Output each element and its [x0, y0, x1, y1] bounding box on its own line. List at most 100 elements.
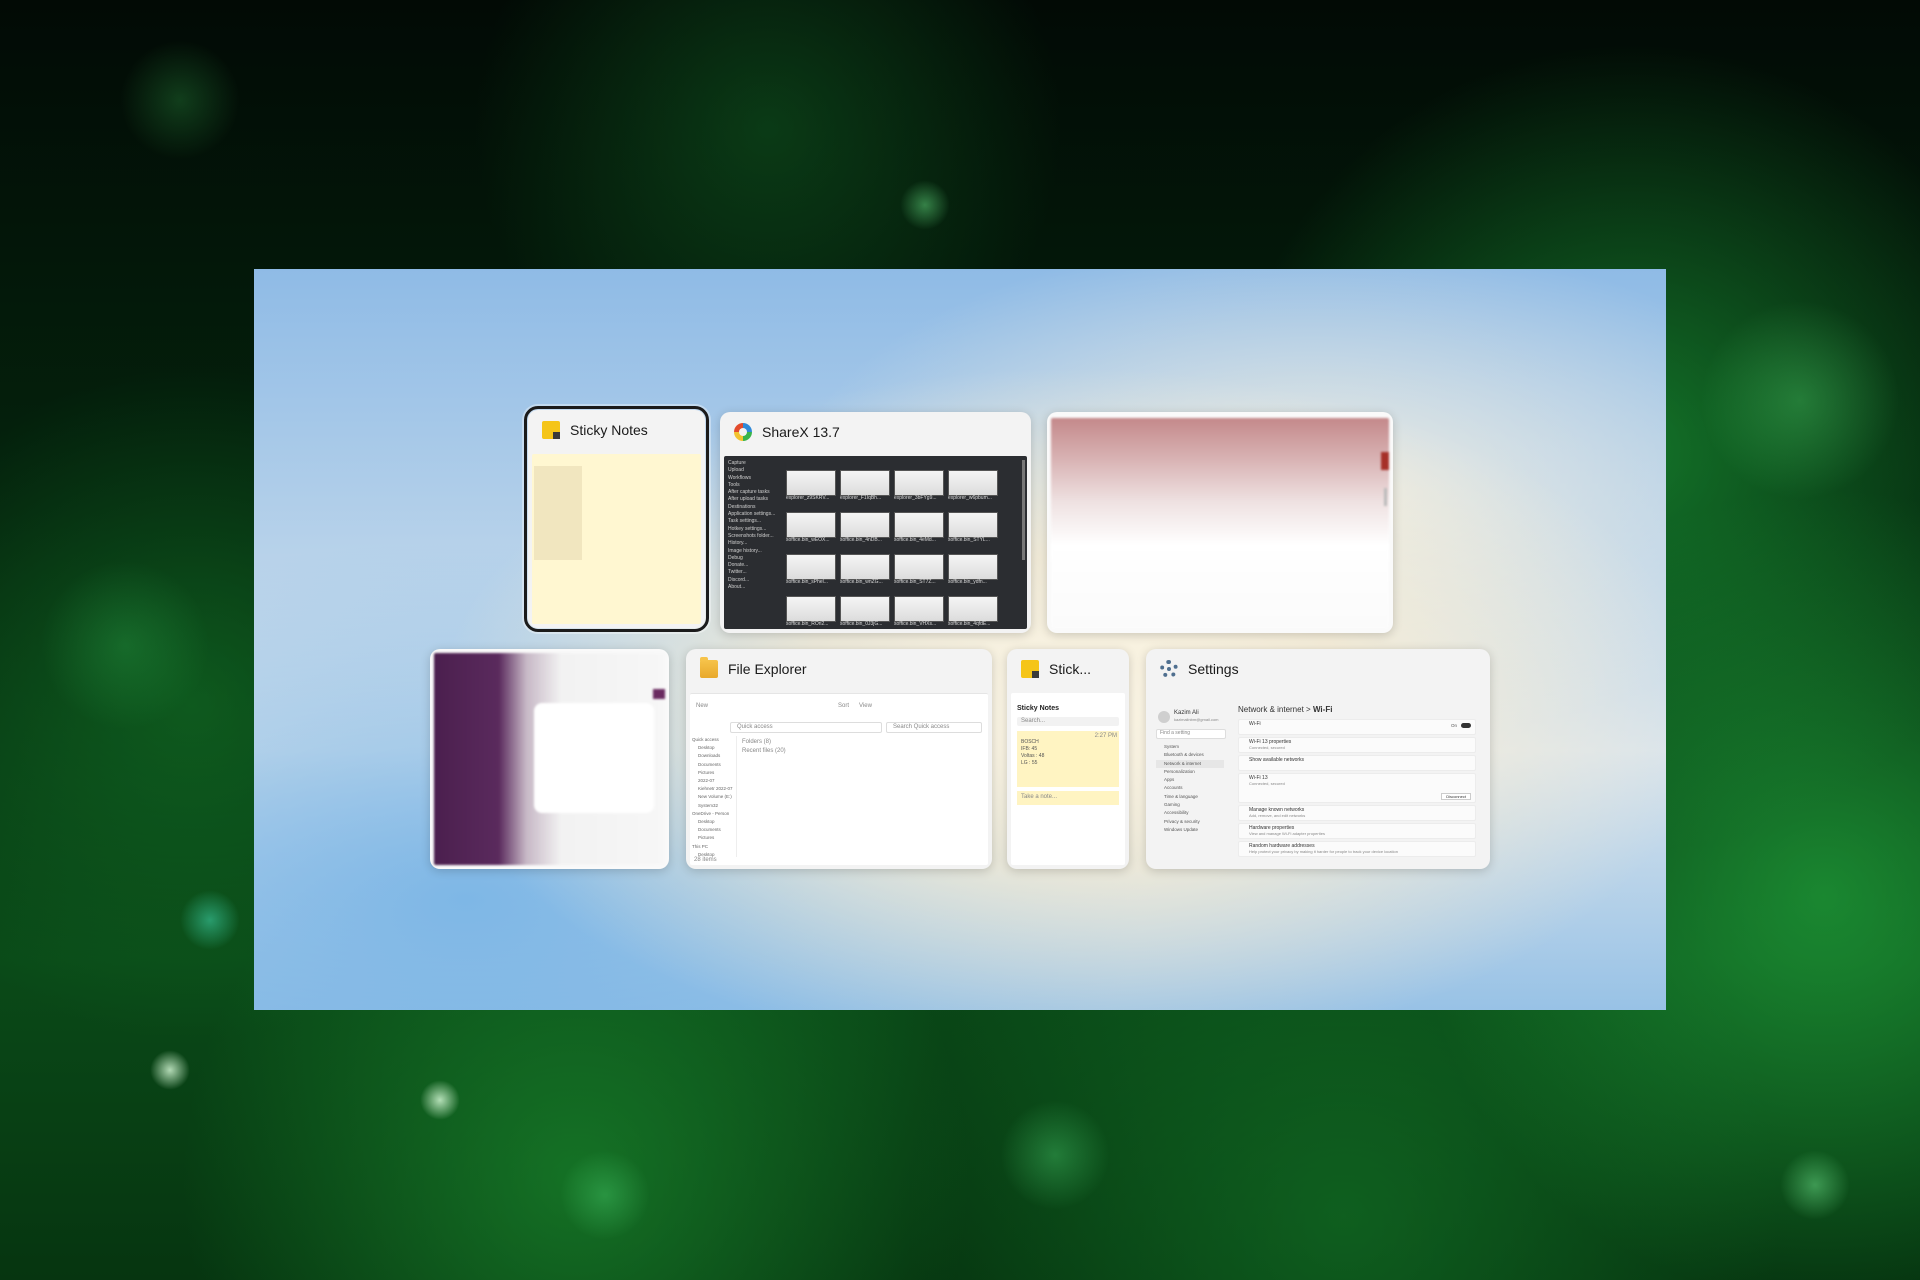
settings-nav-item[interactable]: Apps: [1156, 776, 1224, 784]
settings-nav-item[interactable]: Bluetooth & devices: [1156, 751, 1224, 759]
window-card-file-explorer[interactable]: File Explorer New Sort View Quick access…: [686, 649, 992, 869]
scrollbar[interactable]: [1022, 460, 1025, 560]
sidebar-item[interactable]: Donate...: [728, 562, 784, 569]
sidebar-item[interactable]: History...: [728, 540, 784, 547]
settings-row[interactable]: Wi-Fi 13 properties Connected, secured: [1238, 737, 1476, 753]
search-input[interactable]: Search...: [1017, 717, 1119, 726]
toolbar-button[interactable]: Sort: [838, 702, 849, 714]
settings-row[interactable]: Random hardware addresses Help protect yo…: [1238, 841, 1476, 857]
sidebar-item[interactable]: Debug: [728, 555, 784, 562]
settings-nav-item[interactable]: Time & language: [1156, 793, 1224, 801]
section-header[interactable]: Folders (8): [742, 738, 984, 747]
window-card-untitled[interactable]: [430, 649, 669, 869]
settings-nav-item[interactable]: Accounts: [1156, 784, 1224, 792]
sidebar-item[interactable]: Task settings...: [728, 518, 784, 525]
nav-item[interactable]: Quick access: [692, 736, 736, 744]
history-item[interactable]: soffice.bin_ST7Z...: [894, 546, 944, 586]
nav-item[interactable]: System32: [692, 802, 736, 810]
sidebar-item[interactable]: Destinations: [728, 504, 784, 511]
wifi-toggle[interactable]: [1461, 723, 1471, 728]
history-item[interactable]: soffice.bin_4nDB...: [840, 504, 890, 544]
sidebar-item[interactable]: Upload: [728, 467, 784, 474]
settings-nav-item[interactable]: System: [1156, 743, 1224, 751]
note-card[interactable]: Take a note...: [1017, 791, 1119, 805]
sharex-sidebar: Capture Upload Workflows Tools After capture…: [728, 460, 784, 629]
history-item[interactable]: soffice.bin_sPhel...: [786, 546, 836, 586]
nav-item[interactable]: Pictures: [692, 769, 736, 777]
sidebar-item[interactable]: Twitter...: [728, 569, 784, 576]
settings-row[interactable]: Manage known networks Add, remove, and ed…: [1238, 805, 1476, 821]
settings-row[interactable]: Hardware properties View and manage Wi-Fi…: [1238, 823, 1476, 839]
history-thumbnail: [840, 470, 890, 496]
window-card-sticky-notes-list[interactable]: Stick... Sticky Notes Search... 2:27 PM …: [1007, 649, 1129, 869]
window-card-sharex[interactable]: ShareX 13.7 Capture Upload Workflows Tools A…: [720, 412, 1031, 633]
history-item[interactable]: explorer_3bFYg9...: [894, 462, 944, 502]
history-item[interactable]: soffice.bin_4qfdE...: [948, 588, 998, 628]
window-card-sticky-notes[interactable]: Sticky Notes: [524, 406, 709, 632]
history-thumbnail: [894, 512, 944, 538]
sidebar-item[interactable]: Image history...: [728, 548, 784, 555]
history-item[interactable]: explorer_F1IqBh...: [840, 462, 890, 502]
settings-row[interactable]: Show available networks: [1238, 755, 1476, 771]
window-card-settings[interactable]: Settings Kazim Ali kazimalinbm@gmail.com…: [1146, 649, 1490, 869]
nav-item[interactable]: This PC: [692, 843, 736, 851]
history-item[interactable]: soffice.bin_wnZG...: [840, 546, 890, 586]
sidebar-item[interactable]: Capture: [728, 460, 784, 467]
settings-nav-item[interactable]: Privacy & security: [1156, 818, 1224, 826]
sidebar-item[interactable]: After upload tasks: [728, 496, 784, 503]
nav-item[interactable]: OneDrive - Person: [692, 810, 736, 818]
sidebar-item[interactable]: Tools: [728, 482, 784, 489]
history-thumbnail: [894, 470, 944, 496]
toolbar-button[interactable]: View: [859, 702, 872, 714]
find-setting-input[interactable]: Find a setting: [1156, 729, 1226, 739]
nav-item[interactable]: 2022-07: [692, 777, 736, 785]
sidebar-item[interactable]: Workflows: [728, 475, 784, 482]
settings-row-label: Wi-Fi: [1249, 721, 1261, 727]
note-card[interactable]: 2:27 PM BOSCH IFB: 45 Voltas : 48 LG : 55: [1017, 731, 1119, 787]
history-item[interactable]: explorer_z9SKRV...: [786, 462, 836, 502]
section-header[interactable]: Recent files (20): [742, 747, 984, 756]
nav-item[interactable]: Kiehnetr 2022-07: [692, 785, 736, 793]
sidebar-item[interactable]: After capture tasks: [728, 489, 784, 496]
settings-nav-item[interactable]: Accessibility: [1156, 809, 1224, 817]
breadcrumb: Quick access: [737, 724, 773, 730]
nav-item[interactable]: Desktop: [692, 744, 736, 752]
search-input[interactable]: Search Quick access: [886, 722, 982, 733]
background-bokeh: [1000, 1100, 1110, 1210]
sidebar-item[interactable]: About...: [728, 584, 784, 591]
window-titlebar: Stick...: [1007, 649, 1129, 689]
history-item[interactable]: soffice.bin_0J3jG...: [840, 588, 890, 628]
nav-item[interactable]: Pictures: [692, 834, 736, 842]
history-item[interactable]: soffice.bin_VHXs...: [894, 588, 944, 628]
sidebar-item[interactable]: Discord...: [728, 577, 784, 584]
toolbar-button[interactable]: New: [696, 702, 708, 714]
sidebar-item[interactable]: Hotkey settings...: [728, 526, 784, 533]
settings-row[interactable]: Wi-Fi On: [1238, 719, 1476, 735]
window-title: File Explorer: [728, 661, 807, 677]
note-time: 2:27 PM: [1094, 733, 1117, 739]
history-item[interactable]: soffice.bin_ydfn...: [948, 546, 998, 586]
nav-item[interactable]: Desktop: [692, 818, 736, 826]
history-item[interactable]: soffice.bin_wEOX...: [786, 504, 836, 544]
breadcrumb-parent[interactable]: Network & internet: [1238, 705, 1304, 714]
history-item[interactable]: explorer_w6pbum...: [948, 462, 998, 502]
sidebar-item[interactable]: Application settings...: [728, 511, 784, 518]
note-line: BOSCH: [1021, 739, 1039, 745]
window-card-untitled[interactable]: [1047, 412, 1393, 633]
history-item[interactable]: soffice.bin_ROri2...: [786, 588, 836, 628]
settings-nav-item[interactable]: Gaming: [1156, 801, 1224, 809]
history-label: soffice.bin_sPhel...: [786, 579, 828, 585]
sidebar-item[interactable]: Screenshots folder...: [728, 533, 784, 540]
nav-item[interactable]: Downloads: [692, 752, 736, 760]
disconnect-button[interactable]: Disconnect: [1441, 793, 1471, 800]
nav-item[interactable]: Documents: [692, 826, 736, 834]
nav-item[interactable]: Documents: [692, 761, 736, 769]
address-bar[interactable]: Quick access: [730, 722, 882, 733]
settings-nav-item[interactable]: Personalization: [1156, 768, 1224, 776]
settings-nav-item[interactable]: Windows Update: [1156, 826, 1224, 834]
nav-item[interactable]: New Volume (E:): [692, 793, 736, 801]
history-item[interactable]: soffice.bin_STYL...: [948, 504, 998, 544]
settings-nav-item[interactable]: Network & internet: [1156, 759, 1224, 768]
history-item[interactable]: soffice.bin_4eMd...: [894, 504, 944, 544]
settings-row[interactable]: Wi-Fi 13 Connected, secured Disconnect: [1238, 773, 1476, 803]
